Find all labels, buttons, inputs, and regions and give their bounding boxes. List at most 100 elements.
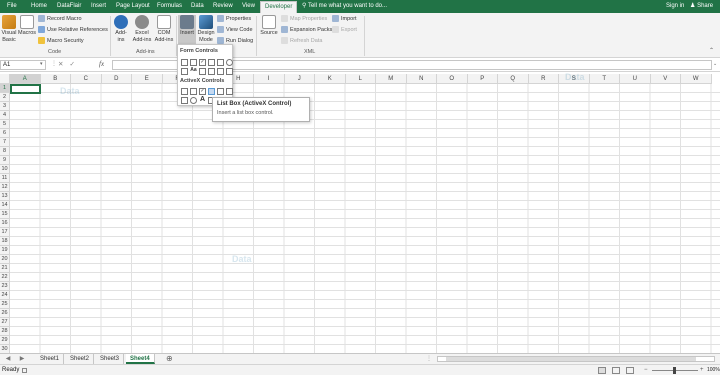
horizontal-scroll-thumb[interactable] xyxy=(446,357,696,361)
row-header[interactable]: 20 xyxy=(0,255,10,264)
sheet-tab-sheet4[interactable]: Sheet4 xyxy=(126,354,155,364)
text-field-form-control-icon[interactable] xyxy=(208,68,215,75)
row-header[interactable]: 1 xyxy=(0,84,10,93)
macro-security-button[interactable]: Macro Security xyxy=(38,37,84,45)
list-box-form-control-icon[interactable] xyxy=(217,59,224,66)
label-form-control-icon[interactable]: Aa xyxy=(190,68,197,75)
combo-list-edit-form-control-icon[interactable] xyxy=(217,68,224,75)
row-header[interactable]: 29 xyxy=(0,336,10,345)
row-header[interactable]: 27 xyxy=(0,318,10,327)
row-header[interactable]: 7 xyxy=(0,138,10,147)
column-header[interactable]: N xyxy=(406,74,437,84)
insert-function-button[interactable]: fx xyxy=(99,60,104,68)
properties-button[interactable]: Properties xyxy=(217,15,251,23)
refresh-data-button[interactable]: Refresh Data xyxy=(281,37,322,45)
tab-page-layout[interactable]: Page Layout xyxy=(112,0,154,13)
zoom-out-icon[interactable]: − xyxy=(644,365,648,376)
tab-review[interactable]: Review xyxy=(209,0,237,13)
group-box-form-control-icon[interactable] xyxy=(181,68,188,75)
button-form-control-icon[interactable] xyxy=(181,59,188,66)
cancel-icon[interactable]: ✕ xyxy=(58,61,69,68)
tab-insert[interactable]: Insert xyxy=(87,0,110,13)
sheet-tab-sheet3[interactable]: Sheet3 xyxy=(96,354,125,364)
row-header[interactable]: 5 xyxy=(0,120,10,129)
row-header[interactable]: 8 xyxy=(0,147,10,156)
name-box-dropdown-icon[interactable]: ▾ xyxy=(40,61,43,67)
column-header[interactable]: J xyxy=(284,74,315,84)
column-header[interactable]: D xyxy=(101,74,132,84)
design-mode-button[interactable]: Design Mode xyxy=(197,15,215,43)
column-header[interactable]: T xyxy=(589,74,620,84)
tab-split-grip-icon[interactable]: ⋮ xyxy=(426,354,432,364)
column-header[interactable]: W xyxy=(681,74,712,84)
row-header[interactable]: 17 xyxy=(0,228,10,237)
active-cell[interactable] xyxy=(10,84,41,94)
column-header[interactable]: B xyxy=(40,74,71,84)
sheet-tab-sheet2[interactable]: Sheet2 xyxy=(66,354,95,364)
source-button[interactable]: Source xyxy=(259,15,279,37)
expand-formula-bar-icon[interactable]: ⌄ xyxy=(713,61,717,67)
tab-developer[interactable]: Developer xyxy=(260,1,298,13)
tab-file[interactable]: File xyxy=(3,0,21,13)
row-header[interactable]: 21 xyxy=(0,264,10,273)
column-header[interactable]: L xyxy=(345,74,376,84)
page-layout-view-icon[interactable] xyxy=(612,367,620,374)
tab-data[interactable]: Data xyxy=(187,0,208,13)
column-header[interactable]: R xyxy=(528,74,559,84)
option-button-form-control-icon[interactable] xyxy=(226,59,233,66)
row-header[interactable]: 26 xyxy=(0,309,10,318)
row-header[interactable]: 23 xyxy=(0,282,10,291)
enter-icon[interactable]: ✓ xyxy=(69,61,80,68)
row-header[interactable]: 28 xyxy=(0,327,10,336)
zoom-level[interactable]: 100% xyxy=(707,365,720,376)
column-header[interactable]: V xyxy=(650,74,681,84)
combo-drop-down-form-control-icon[interactable] xyxy=(226,68,233,75)
row-header[interactable]: 6 xyxy=(0,129,10,138)
macro-recording-icon[interactable] xyxy=(22,368,27,373)
row-header[interactable]: 4 xyxy=(0,111,10,120)
row-header[interactable]: 19 xyxy=(0,246,10,255)
check-box-activex-icon[interactable]: ✓ xyxy=(199,88,206,95)
toggle-button-activex-icon[interactable] xyxy=(181,97,188,104)
macros-button[interactable]: Macros xyxy=(18,15,36,37)
scroll-bar-activex-icon[interactable] xyxy=(226,88,233,95)
row-header[interactable]: 10 xyxy=(0,165,10,174)
tab-home[interactable]: Home xyxy=(27,0,51,13)
map-properties-button[interactable]: Map Properties xyxy=(281,15,327,23)
spin-button-form-control-icon[interactable] xyxy=(208,59,215,66)
sheet-tab-sheet1[interactable]: Sheet1 xyxy=(36,354,65,364)
collapse-ribbon-icon[interactable]: ⌃ xyxy=(709,47,714,54)
command-button-activex-icon[interactable] xyxy=(181,88,188,95)
column-header[interactable]: A xyxy=(10,74,41,84)
column-header[interactable]: I xyxy=(254,74,285,84)
view-code-button[interactable]: View Code xyxy=(217,26,253,34)
list-box-activex-icon[interactable] xyxy=(208,88,215,95)
use-relative-references-button[interactable]: Use Relative References xyxy=(38,26,108,34)
column-header[interactable]: O xyxy=(437,74,468,84)
page-break-view-icon[interactable] xyxy=(626,367,634,374)
insert-control-button[interactable]: Insert xyxy=(178,15,196,46)
select-all-button[interactable] xyxy=(0,74,10,84)
sign-in-link[interactable]: Sign in xyxy=(666,0,684,13)
row-header[interactable]: 3 xyxy=(0,102,10,111)
scroll-left-icon[interactable]: ◀ xyxy=(4,355,12,363)
tab-view[interactable]: View xyxy=(238,0,259,13)
column-header[interactable]: M xyxy=(376,74,407,84)
record-macro-button[interactable]: Record Macro xyxy=(38,15,82,23)
combo-box-activex-icon[interactable] xyxy=(190,88,197,95)
export-button[interactable]: Export xyxy=(332,26,357,34)
com-add-ins-button[interactable]: COM Add-ins xyxy=(153,15,175,43)
label-activex-icon[interactable]: A xyxy=(199,96,206,104)
column-header[interactable]: P xyxy=(467,74,498,84)
column-header[interactable]: U xyxy=(620,74,651,84)
row-header[interactable]: 16 xyxy=(0,219,10,228)
expansion-packs-button[interactable]: Expansion Packs xyxy=(281,26,332,34)
zoom-slider-thumb[interactable] xyxy=(673,367,676,374)
visual-basic-button[interactable]: Visual Basic xyxy=(1,15,17,43)
tab-dataflair[interactable]: DataFlair xyxy=(53,0,85,13)
row-header[interactable]: 13 xyxy=(0,192,10,201)
tell-me-box[interactable]: ⚲ Tell me what you want to do... xyxy=(302,0,387,13)
column-header[interactable]: C xyxy=(71,74,102,84)
text-box-activex-icon[interactable] xyxy=(217,88,224,95)
add-ins-button[interactable]: Add-ins xyxy=(113,15,129,43)
